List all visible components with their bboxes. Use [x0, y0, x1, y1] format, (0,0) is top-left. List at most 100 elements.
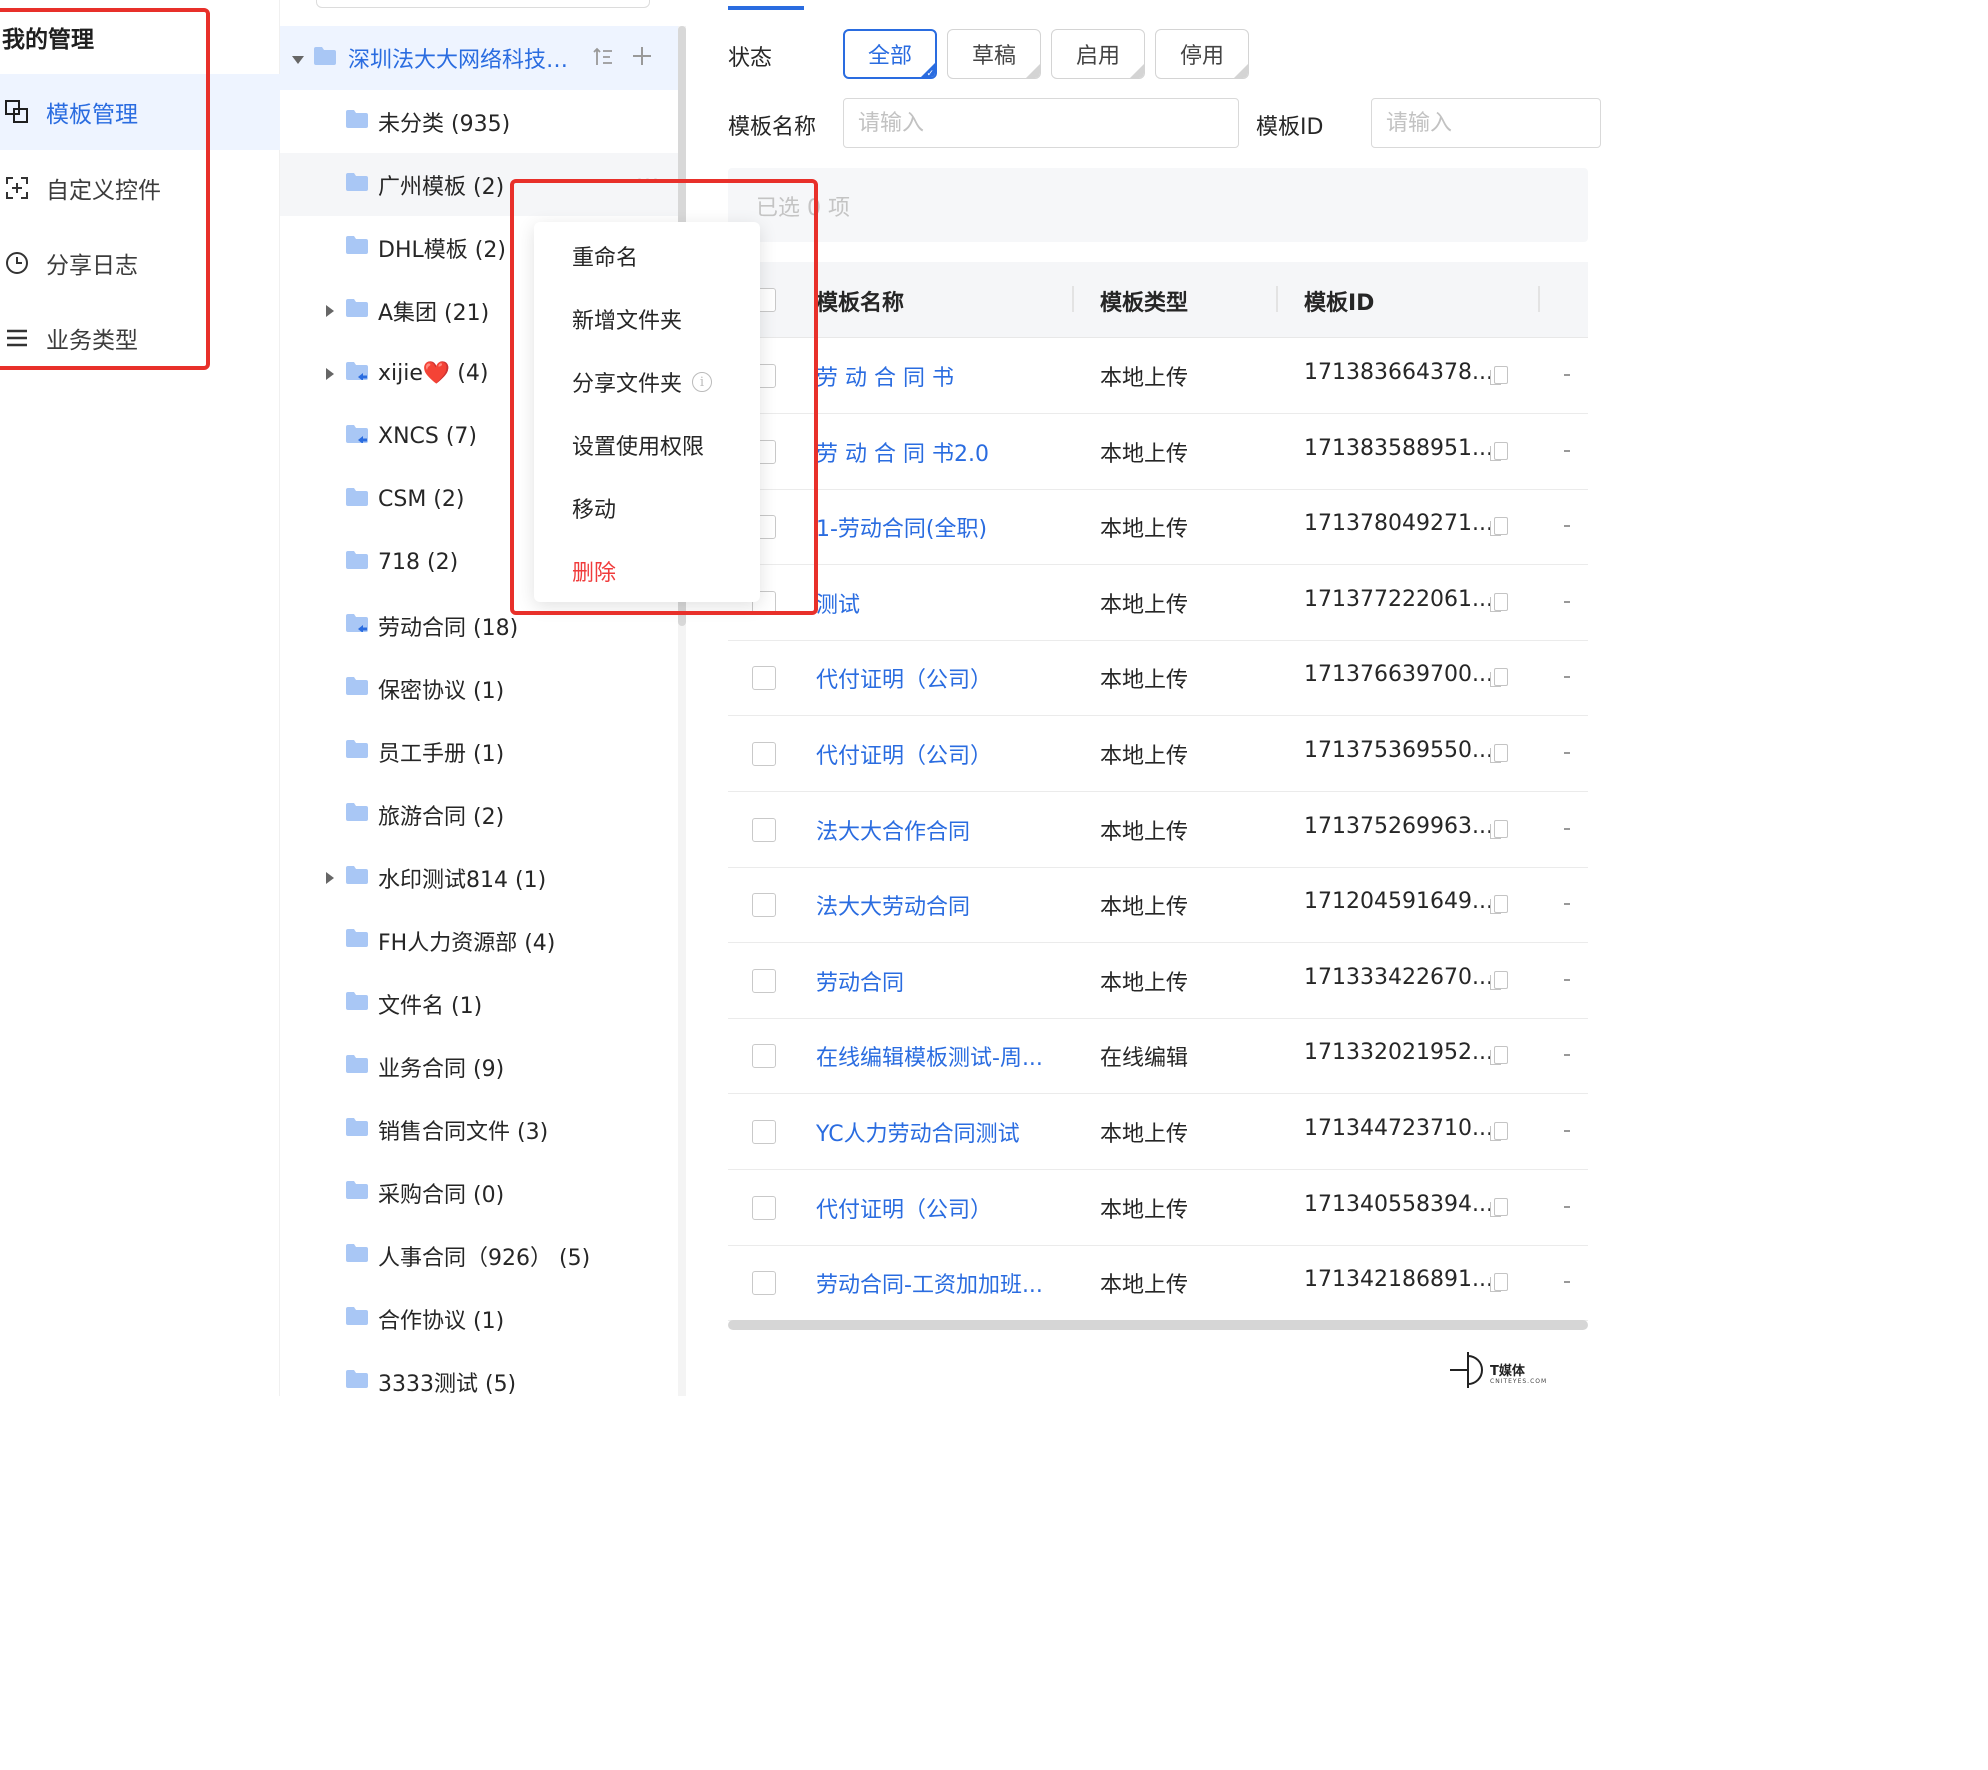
tree-folder-item[interactable]: 采购合同 (0)	[280, 1161, 680, 1224]
row-checkbox[interactable]	[752, 742, 776, 766]
info-icon[interactable]: i	[692, 372, 713, 392]
copy-icon[interactable]	[1490, 819, 1508, 839]
table-horizontal-scrollbar[interactable]	[728, 1320, 1588, 1330]
status-enabled-button[interactable]: 启用	[1051, 29, 1145, 79]
template-name-link[interactable]: 法大大合作合同	[816, 814, 970, 846]
template-name-link[interactable]: 劳 动 合 同 书	[816, 360, 954, 392]
template-name-link[interactable]: 劳动合同	[816, 965, 904, 997]
template-name-link[interactable]: YC人力劳动合同测试	[816, 1116, 1020, 1148]
copy-icon[interactable]	[1490, 970, 1508, 990]
tree-folder-item[interactable]: 劳动合同 (18)	[280, 594, 680, 657]
truncated-column-dash	[1564, 600, 1570, 603]
menu-item-delete[interactable]: 删除	[572, 555, 616, 587]
sort-icon[interactable]	[592, 46, 614, 74]
nav-item-custom-widget[interactable]: 自定义控件	[0, 150, 280, 226]
tree-folder-label: 人事合同（926） (5)	[378, 1245, 591, 1271]
caret-right-icon[interactable]	[318, 871, 342, 884]
row-checkbox[interactable]	[752, 1271, 776, 1296]
tree-folder-item[interactable]: 保密协议 (1)	[280, 657, 680, 720]
nav-item-template-manage[interactable]: 模板管理	[0, 74, 280, 150]
tree-folder-item[interactable]: 文件名 (1)	[280, 972, 680, 1035]
template-type-cell: 本地上传	[1100, 895, 1189, 921]
menu-item-share-folder[interactable]: 分享文件夹 i	[572, 366, 713, 398]
menu-item-permissions[interactable]: 设置使用权限	[572, 429, 704, 461]
template-name-link[interactable]: 法大大劳动合同	[816, 889, 970, 921]
copy-icon[interactable]	[1490, 744, 1508, 763]
template-id-cell: 171333422670...	[1304, 964, 1493, 990]
copy-icon[interactable]	[1490, 441, 1508, 461]
more-options-icon[interactable]: ···	[636, 169, 660, 194]
copy-icon[interactable]	[1490, 517, 1508, 537]
copy-icon[interactable]	[1490, 895, 1508, 915]
caret-down-icon[interactable]	[292, 49, 304, 68]
row-checkbox[interactable]	[752, 817, 776, 842]
tree-folder-item[interactable]: 合作协议 (1)	[280, 1287, 680, 1350]
tree-folder-item[interactable]: 旅游合同 (2)	[280, 783, 680, 846]
tree-folder-item[interactable]: 销售合同文件 (3)	[280, 1098, 680, 1161]
template-name-link[interactable]: 1-劳动合同(全职)	[816, 511, 987, 543]
row-checkbox[interactable]	[752, 968, 776, 993]
tree-folder-item[interactable]: 人事合同（926） (5)	[280, 1224, 680, 1287]
truncated-column-dash	[1564, 525, 1570, 528]
status-disabled-button[interactable]: 停用	[1155, 29, 1249, 79]
column-divider[interactable]	[1276, 286, 1278, 312]
template-name-link[interactable]: 代付证明（公司）	[816, 738, 992, 770]
template-id-input[interactable]	[1371, 98, 1601, 148]
template-name-link[interactable]: 测试	[816, 587, 860, 619]
row-checkbox[interactable]	[752, 666, 776, 691]
tree-search-input[interactable]	[316, 0, 650, 8]
menu-item-move[interactable]: 移动	[572, 492, 616, 524]
menu-item-rename[interactable]: 重命名	[572, 240, 638, 272]
row-checkbox[interactable]	[752, 1195, 776, 1220]
tree-folder-label: xijie❤️ (4)	[378, 361, 489, 386]
status-all-button[interactable]: 全部 ✓	[843, 29, 937, 79]
column-divider[interactable]	[1072, 286, 1074, 312]
copy-icon[interactable]	[1490, 1273, 1508, 1293]
template-name-link[interactable]: 劳 动 合 同 书2.0	[816, 436, 989, 468]
truncated-column-dash	[1564, 752, 1570, 754]
tree-root-node[interactable]: 深圳法大大网络科技有...	[280, 26, 680, 90]
row-checkbox[interactable]	[752, 893, 776, 918]
template-id-cell: 171383664378...	[1304, 360, 1493, 385]
tree-folder-item[interactable]: 水印测试814 (1)	[280, 846, 680, 909]
row-checkbox[interactable]	[752, 1044, 776, 1069]
tree-folder-item[interactable]: 3333测试 (5)	[280, 1350, 680, 1413]
nav-item-label: 分享日志	[46, 253, 138, 279]
tree-folder-item[interactable]: 未分类 (935)	[280, 90, 680, 153]
copy-icon[interactable]	[1490, 1122, 1508, 1141]
copy-icon[interactable]	[1490, 1197, 1508, 1217]
copy-icon[interactable]	[1490, 668, 1508, 688]
tree-folder-item[interactable]: 员工手册 (1)	[280, 720, 680, 783]
template-name-link[interactable]: 代付证明（公司）	[816, 1192, 992, 1224]
tree-folder-item[interactable]: FH人力资源部 (4)	[280, 909, 680, 972]
folder-icon	[346, 802, 368, 827]
truncated-column-dash	[1564, 827, 1570, 830]
copy-icon[interactable]	[1490, 592, 1508, 612]
plus-icon[interactable]	[632, 46, 652, 74]
tree-folder-label: 3333测试 (5)	[378, 1371, 517, 1397]
template-name-link[interactable]: 在线编辑模板测试-周...	[816, 1040, 1043, 1072]
template-name-input[interactable]	[843, 98, 1239, 148]
copy-icon[interactable]	[1490, 366, 1508, 385]
copy-icon[interactable]	[1490, 1046, 1508, 1066]
menu-item-new-folder[interactable]: 新增文件夹	[572, 303, 682, 335]
template-type-cell: 本地上传	[1100, 592, 1189, 618]
caret-right-icon[interactable]	[318, 304, 342, 317]
nav-item-business-type[interactable]: 业务类型	[0, 300, 280, 376]
tree-folder-item[interactable]: 广州模板 (2) ···	[280, 153, 680, 216]
caret-right-icon[interactable]	[318, 367, 342, 380]
tree-root-label: 深圳法大大网络科技有...	[348, 48, 588, 73]
shared-folder-icon	[346, 613, 368, 638]
folder-icon	[346, 1243, 368, 1268]
template-type-cell: 本地上传	[1100, 366, 1189, 391]
column-divider[interactable]	[1538, 286, 1540, 312]
tree-folder-label: 718 (2)	[378, 550, 459, 575]
row-checkbox[interactable]	[752, 1120, 776, 1144]
status-draft-button[interactable]: 草稿	[947, 29, 1041, 79]
tree-folder-label: XNCS (7)	[378, 424, 478, 449]
nav-item-share-log[interactable]: 分享日志	[0, 225, 280, 301]
tree-folder-item[interactable]: 业务合同 (9)	[280, 1035, 680, 1098]
template-name-link[interactable]: 代付证明（公司）	[816, 662, 992, 694]
watermark-logo: T媒体 CNITEYES.COM	[1448, 1348, 1568, 1392]
template-name-link[interactable]: 劳动合同-工资加加班...	[816, 1267, 1043, 1299]
